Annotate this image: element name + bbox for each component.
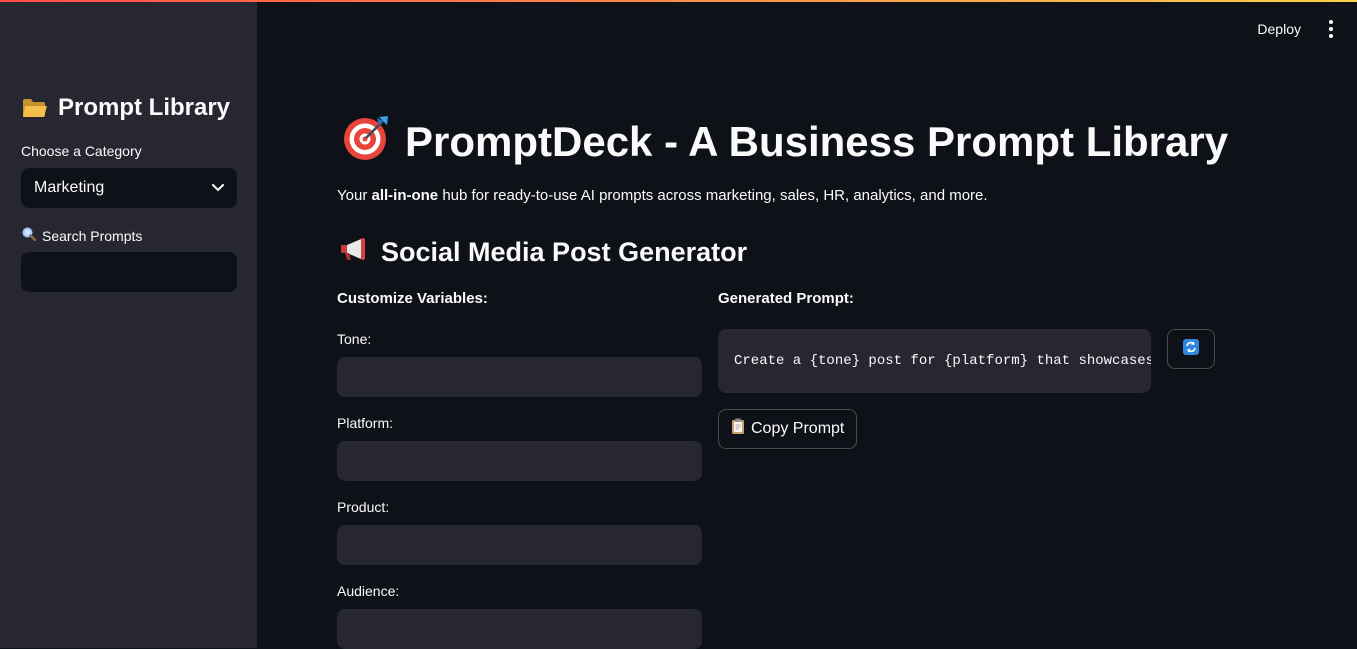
chevron-down-icon <box>212 179 224 197</box>
generated-prompt-code[interactable]: Create a {tone} post for {platform} that… <box>718 329 1151 393</box>
section-title: Social Media Post Generator <box>339 236 747 269</box>
sidebar: Prompt Library Choose a Category Marketi… <box>0 0 257 648</box>
deploy-button[interactable]: Deploy <box>1253 17 1305 41</box>
copy-prompt-button[interactable]: Copy Prompt <box>718 409 858 449</box>
clipboard-icon <box>731 418 745 440</box>
sidebar-title: Prompt Library <box>22 94 230 122</box>
search-label: Search Prompts <box>22 227 142 244</box>
audience-input[interactable] <box>337 609 702 649</box>
platform-input[interactable] <box>337 441 702 481</box>
page-subtitle: Your all-in-one hub for ready-to-use AI … <box>337 187 988 204</box>
generated-heading: Generated Prompt: <box>718 290 854 307</box>
sidebar-title-text: Prompt Library <box>58 94 231 121</box>
product-label: Product: <box>337 499 390 515</box>
category-label: Choose a Category <box>21 143 142 159</box>
refresh-icon <box>1183 338 1199 360</box>
subtitle-suffix: hub for ready-to-use AI prompts across m… <box>438 187 988 204</box>
product-input[interactable] <box>337 525 702 565</box>
search-input[interactable] <box>21 252 237 292</box>
generated-prompt-text: Create a {tone} post for {platform} that… <box>734 353 1151 369</box>
tone-input[interactable] <box>337 357 702 397</box>
category-select[interactable]: Marketing <box>21 168 237 208</box>
category-select-value: Marketing <box>34 179 105 196</box>
folder-icon <box>22 98 48 118</box>
target-icon <box>341 112 391 172</box>
variables-heading: Customize Variables: <box>337 290 488 307</box>
tone-label: Tone: <box>337 331 372 347</box>
magnifier-icon <box>22 227 37 244</box>
copy-prompt-label: Copy Prompt <box>751 420 845 437</box>
page-title: PromptDeck - A Business Prompt Library <box>341 112 1228 172</box>
top-decoration-stripe <box>0 0 1357 2</box>
page-title-text: PromptDeck - A Business Prompt Library <box>405 118 1229 165</box>
search-label-text: Search Prompts <box>42 227 143 244</box>
platform-label: Platform: <box>337 415 394 431</box>
app-header: Deploy <box>1253 16 1339 42</box>
subtitle-bold: all-in-one <box>371 187 439 204</box>
audience-label: Audience: <box>337 583 400 599</box>
kebab-menu-icon[interactable] <box>1323 16 1339 42</box>
subtitle-prefix: Your <box>337 187 372 204</box>
refresh-button[interactable] <box>1167 329 1215 369</box>
megaphone-icon <box>339 236 371 269</box>
section-title-text: Social Media Post Generator <box>381 237 748 267</box>
